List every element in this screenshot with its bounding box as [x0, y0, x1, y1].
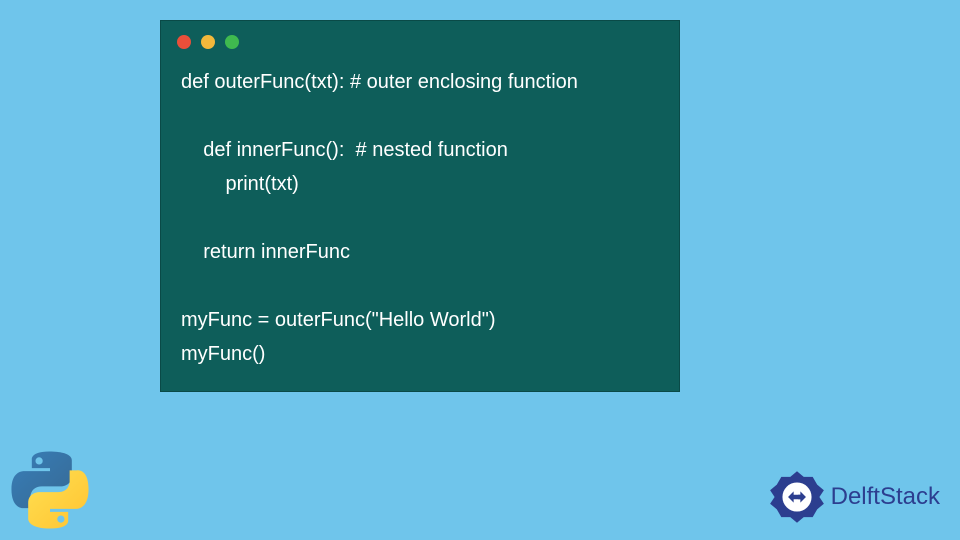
- code-line: def innerFunc(): # nested function: [181, 139, 508, 161]
- code-line: print(txt): [181, 173, 299, 195]
- window-traffic-lights: [161, 21, 679, 57]
- maximize-icon: [225, 35, 239, 49]
- minimize-icon: [201, 35, 215, 49]
- code-block: def outerFunc(txt): # outer enclosing fu…: [161, 57, 679, 391]
- delftstack-logo-icon: [769, 469, 825, 525]
- close-icon: [177, 35, 191, 49]
- code-line: return innerFunc: [181, 241, 350, 263]
- brand: DelftStack: [769, 469, 940, 525]
- code-line: myFunc = outerFunc("Hello World"): [181, 309, 495, 331]
- code-window: def outerFunc(txt): # outer enclosing fu…: [160, 20, 680, 392]
- brand-text: DelftStack: [831, 483, 940, 511]
- python-logo-icon: [10, 450, 90, 530]
- code-line: def outerFunc(txt): # outer enclosing fu…: [181, 71, 578, 93]
- code-line: myFunc(): [181, 343, 265, 365]
